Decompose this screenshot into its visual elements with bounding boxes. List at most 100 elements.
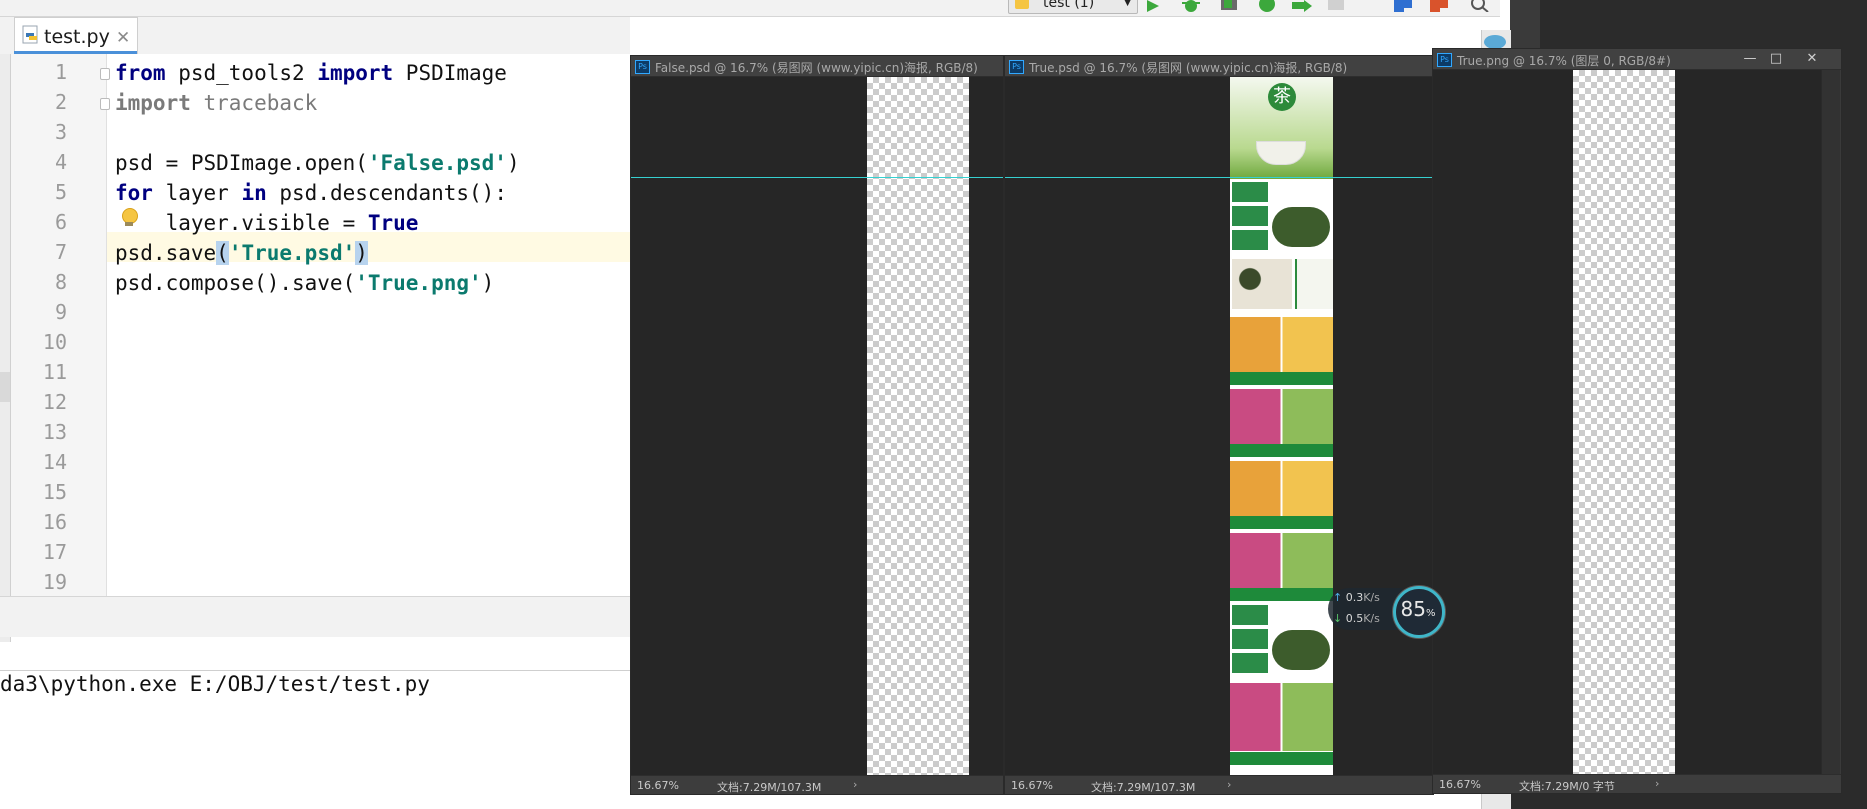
code-line-2: import traceback [115,91,318,115]
line-number: 17 [42,540,67,564]
line-number: 14 [42,450,67,474]
python-config-icon [1015,0,1029,9]
run-configuration-select[interactable]: test (1) ▼ [1008,0,1138,14]
debug-icon[interactable] [1180,0,1202,12]
line-number: 7 [54,240,67,264]
line-number: 19 [42,570,67,594]
line-number: 2 [54,90,67,114]
product-row-footer [1230,444,1333,457]
code-line-7: psd.save('True.psd') [115,241,368,265]
vcs-update-icon[interactable] [1392,0,1414,12]
chevron-down-icon: ▼ [1124,0,1131,8]
code-line-4: psd = PSDImage.open('False.psd') [115,151,520,175]
ps-status-bar: 16.67% 文档:7.29M/107.3M › [1005,775,1433,794]
tea-samples [1232,259,1292,309]
guide-line [1005,177,1433,178]
line-number: 5 [54,180,67,204]
ps-window-titlebar[interactable]: Ps True.psd @ 16.7% (易图网 (www.yipic.cn)海… [1005,56,1433,77]
line-number: 10 [42,330,67,354]
ps-window-titlebar[interactable]: Ps True.png @ 16.7% (图层 0, RGB/8#) — □ ✕ [1433,49,1841,70]
tab-label: test.py [44,26,110,48]
ps-status-bar: 16.67% 文档:7.29M/107.3M › [631,775,1003,794]
code-line-6: layer.visible = True [115,211,419,235]
photoshop-icon: Ps [635,60,650,74]
close-icon[interactable]: ✕ [116,28,130,48]
ps-window-title: False.psd @ 16.7% (易图网 (www.yipic.cn)海报,… [655,61,978,75]
ps-window-titlebar[interactable]: Ps False.psd @ 16.7% (易图网 (www.yipic.cn)… [631,56,1003,77]
minimize-icon[interactable]: — [1741,51,1759,67]
line-number: 15 [42,480,67,504]
line-number: 8 [54,270,67,294]
chevron-right-icon[interactable]: › [1227,778,1231,791]
search-icon[interactable] [1470,0,1490,12]
line-number: 13 [42,420,67,444]
download-arrow-icon: ↓ [1333,612,1343,625]
database-icon[interactable] [1484,35,1506,49]
python-file-icon [22,25,38,44]
document-size: 文档:7.29M/107.3M [1091,781,1196,794]
tea-leaves-dish [1272,630,1330,670]
chevron-right-icon[interactable]: › [1655,777,1659,790]
run-icon[interactable] [1145,0,1161,12]
vcs-commit-icon[interactable] [1428,0,1450,12]
ps-canvas-area[interactable] [631,77,1003,775]
maximize-icon[interactable]: □ [1767,51,1785,67]
lightbulb-base [125,222,133,226]
guide-line [631,177,1003,178]
ps-window-true-png[interactable]: Ps True.png @ 16.7% (图层 0, RGB/8#) — □ ✕… [1432,48,1842,794]
product-row-footer [1230,588,1333,601]
photoshop-icon: Ps [1437,53,1452,67]
profile-icon[interactable] [1258,0,1276,12]
zoom-level[interactable]: 16.67% [1011,779,1053,792]
poster-tea-badge: 茶 [1268,83,1296,111]
photoshop-icon: Ps [1009,60,1024,74]
vertical-scrollbar[interactable] [1821,70,1840,774]
product-row [1230,683,1333,751]
transparent-canvas [1573,70,1675,774]
tea-calligraphy [1295,259,1333,309]
upload-unit: K/s [1363,591,1380,604]
tea-poster-image: 茶 [1230,77,1333,775]
code-line-5: for layer in psd.descendants(): [115,181,507,205]
document-size: 文档:7.29M/0 字节 [1519,780,1615,793]
stop-icon[interactable] [1328,0,1344,10]
close-icon[interactable]: ✕ [1803,51,1821,67]
promo-stack [1232,605,1268,675]
ps-canvas-area[interactable] [1433,70,1821,774]
download-value: 0.5 [1345,612,1364,625]
concurrency-icon[interactable] [1292,0,1312,12]
ps-window-false-psd[interactable]: Ps False.psd @ 16.7% (易图网 (www.yipic.cn)… [630,55,1004,795]
console-command-text: da3\python.exe E:/OBJ/test/test.py [0,672,430,696]
memory-usage-percent: 85% [1400,597,1436,621]
document-size: 文档:7.29M/107.3M [717,781,822,794]
code-editor[interactable] [107,54,630,596]
editor-status-area [0,596,630,637]
ps-window-title: True.png @ 16.7% (图层 0, RGB/8#) [1457,54,1671,68]
product-row-footer [1230,752,1333,765]
upload-arrow-icon: ↑ [1333,591,1343,604]
zoom-level[interactable]: 16.67% [1439,778,1481,791]
code-line-1: from psd_tools2 import PSDImage [115,61,507,85]
run-configuration-label: test (1) [1043,0,1095,11]
promo-stack [1232,182,1268,252]
line-number-gutter: 1 2 3 4 5 6 7 8 9 10 11 12 13 14 15 16 1… [11,54,107,596]
transparent-canvas [867,77,969,775]
line-number: 1 [54,60,67,84]
product-row-footer [1230,372,1333,385]
download-speed: ↓ 0.5K/s [1333,612,1380,625]
ps-window-true-psd[interactable]: Ps True.psd @ 16.7% (易图网 (www.yipic.cn)海… [1004,55,1434,795]
project-tree-selection [0,372,10,402]
ps-canvas-area[interactable]: 茶 [1005,77,1433,775]
zoom-level[interactable]: 16.67% [637,779,679,792]
line-number: 4 [54,150,67,174]
code-line-8: psd.compose().save('True.png') [115,271,495,295]
chevron-right-icon[interactable]: › [853,778,857,791]
line-number: 12 [42,390,67,414]
upload-speed: ↑ 0.3K/s [1333,591,1380,604]
product-row-footer [1230,516,1333,529]
fold-marker-icon[interactable] [100,68,110,80]
coverage-icon[interactable] [1220,0,1238,12]
line-number: 6 [54,210,67,234]
fold-marker-icon[interactable] [100,98,110,110]
line-number: 3 [54,120,67,144]
